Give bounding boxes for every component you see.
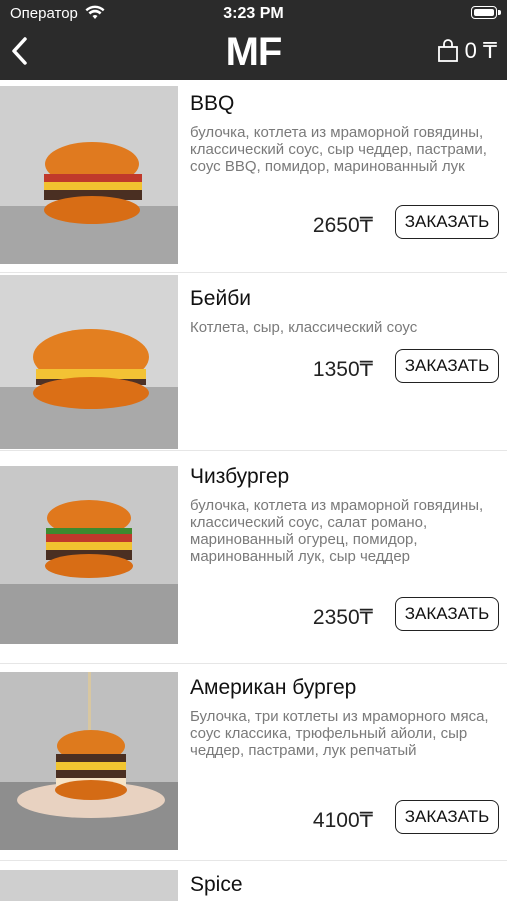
item-description: Булочка, три котлеты из мраморного мяса,… bbox=[190, 708, 489, 759]
item-description: Котлета, сыр, классический соус bbox=[190, 319, 418, 336]
list-item[interactable]: Бейби Котлета, сыр, классический соус 13… bbox=[0, 273, 507, 451]
burger-photo bbox=[0, 466, 178, 644]
order-button[interactable]: ЗАКАЗАТЬ bbox=[395, 597, 499, 631]
status-bar: Оператор 3:23 PM bbox=[0, 0, 507, 28]
item-title: BBQ bbox=[190, 92, 235, 115]
item-description: булочка, котлета из мраморной говядины, … bbox=[190, 124, 487, 175]
burger-photo bbox=[0, 672, 178, 850]
top-bar: Оператор 3:23 PM MF 0 ₸ bbox=[0, 0, 507, 80]
item-price: 2650₸ bbox=[312, 214, 373, 237]
order-button[interactable]: ЗАКАЗАТЬ bbox=[395, 800, 499, 834]
burger-photo bbox=[0, 870, 178, 901]
order-button[interactable]: ЗАКАЗАТЬ bbox=[395, 205, 499, 239]
item-price: 1350₸ bbox=[312, 358, 373, 381]
battery-icon bbox=[471, 6, 497, 19]
shopping-bag-icon bbox=[437, 39, 458, 62]
burger-photo bbox=[0, 86, 178, 264]
brand-logo: MF bbox=[225, 30, 283, 74]
item-price: 2350₸ bbox=[312, 606, 373, 629]
list-item[interactable]: Spice bbox=[0, 861, 507, 901]
item-description: булочка, котлета из мраморной говядины, … bbox=[190, 497, 484, 565]
list-item[interactable]: Американ бургер Булочка, три котлеты из … bbox=[0, 664, 507, 861]
list-item[interactable]: Чизбургер булочка, котлета из мраморной … bbox=[0, 451, 507, 664]
order-button[interactable]: ЗАКАЗАТЬ bbox=[395, 349, 499, 383]
battery-cap bbox=[498, 10, 501, 15]
item-title: Spice bbox=[190, 873, 243, 896]
cart-button[interactable]: 0 ₸ bbox=[437, 38, 497, 64]
item-title: Бейби bbox=[190, 287, 251, 310]
item-title: Американ бургер bbox=[190, 676, 357, 699]
cart-total: 0 ₸ bbox=[464, 38, 497, 63]
burger-photo bbox=[0, 275, 178, 449]
item-title: Чизбургер bbox=[190, 465, 290, 488]
item-price: 4100₸ bbox=[312, 809, 373, 832]
clock: 3:23 PM bbox=[223, 5, 284, 22]
list-item[interactable]: BBQ булочка, котлета из мраморной говяди… bbox=[0, 80, 507, 273]
